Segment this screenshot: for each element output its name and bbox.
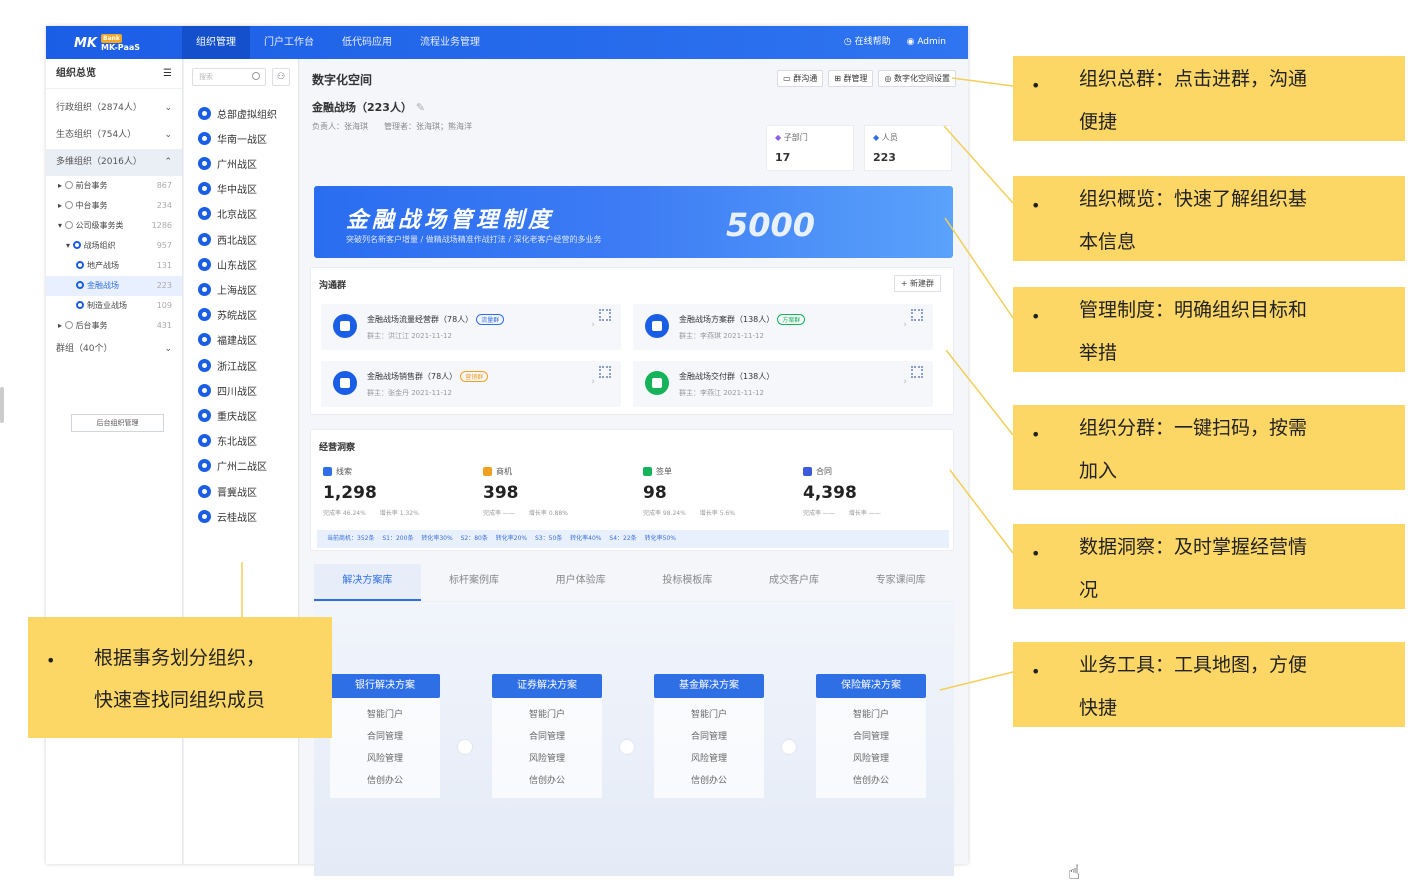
annotation-line-1: 数据洞察：及时掌握经营情: [1079, 536, 1308, 558]
annotation-box: • 组织概览：快速了解组织基 本信息: [1013, 176, 1405, 261]
bullet-icon: •: [1031, 544, 1041, 563]
annotation-line-1: 根据事务划分组织，: [94, 647, 266, 669]
annotation-line-2: 快捷: [1079, 697, 1118, 719]
bullet-icon: •: [1031, 425, 1041, 444]
bullet-icon: •: [1031, 196, 1041, 215]
bullet-icon: •: [1031, 307, 1041, 326]
annotation-box: • 数据洞察：及时掌握经营情况: [1013, 524, 1405, 609]
bullet-icon: •: [46, 651, 56, 670]
bullet-icon: •: [1031, 76, 1041, 95]
annotation-line-1: 组织概览：快速了解组织基: [1079, 188, 1308, 210]
annotation-line-1: 组织分群：一键扫码，按需: [1079, 417, 1308, 439]
annotation-line-2: 本信息: [1079, 231, 1137, 253]
annotation-line-2: 况: [1079, 579, 1099, 601]
bullet-icon: •: [1031, 662, 1041, 681]
annotation-box: • 组织总群：点击进群，沟通 便捷: [1013, 56, 1405, 141]
annotation-line-1: 管理制度：明确组织目标和: [1079, 299, 1308, 321]
annotation-box: • 管理制度：明确组织目标和 举措: [1013, 287, 1405, 372]
hand-cursor-icon: ☝: [1068, 860, 1081, 884]
annotation-line-2: 快速查找同组织成员: [94, 689, 266, 711]
annotation-box: • 组织分群：一键扫码，按需 加入: [1013, 405, 1405, 490]
annotation-line-2: 加入: [1079, 460, 1118, 482]
annotation-line-2: 举措: [1079, 342, 1118, 364]
annotation-box: • 业务工具：工具地图，方便 快捷: [1013, 642, 1405, 727]
annotation-line-2: 便捷: [1079, 111, 1118, 133]
annotation-line-1: 组织总群：点击进群，沟通: [1079, 68, 1308, 90]
annotation-box: • 根据事务划分组织， 快速查找同组织成员: [28, 617, 332, 738]
annotation-line-1: 业务工具：工具地图，方便: [1079, 654, 1308, 676]
